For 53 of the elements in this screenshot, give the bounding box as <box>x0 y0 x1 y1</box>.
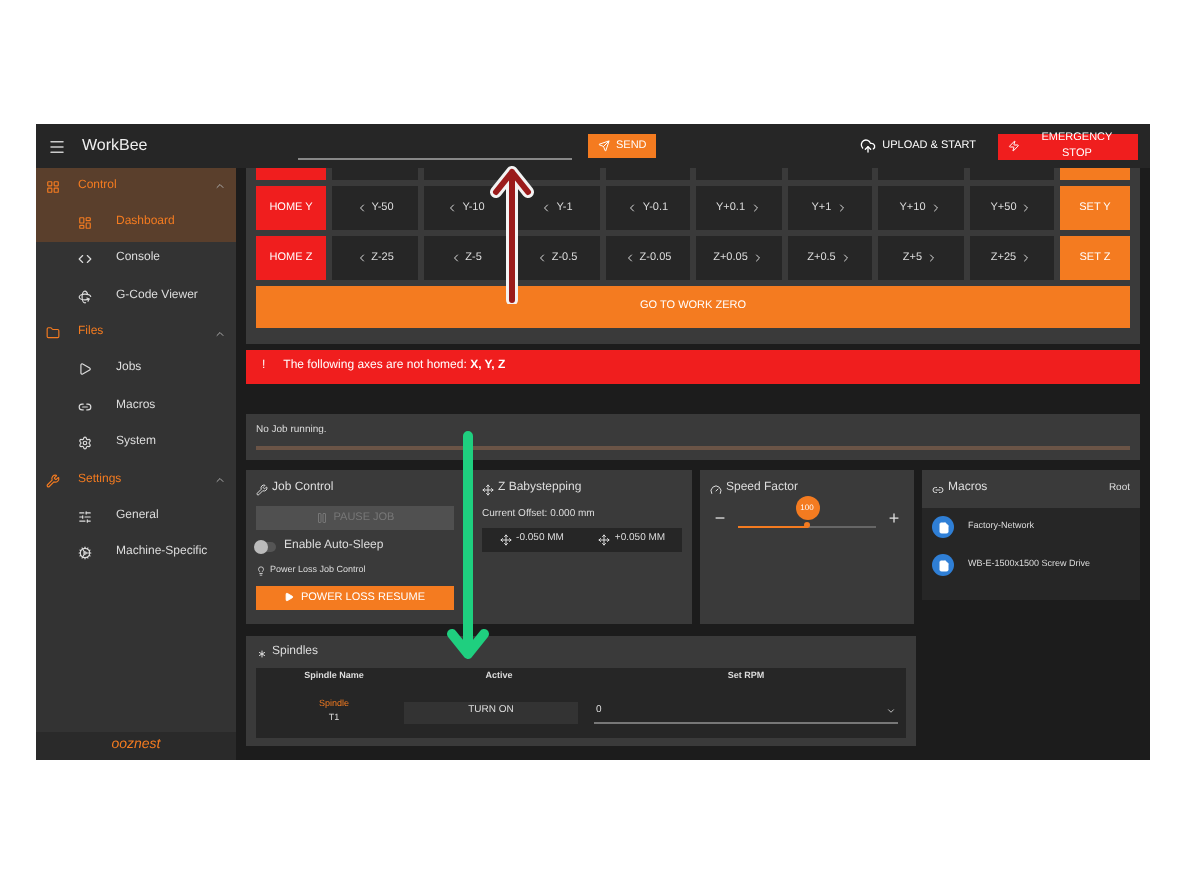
gauge-icon <box>710 483 722 495</box>
move-icon <box>500 533 513 545</box>
cloud-upload-icon <box>860 138 877 154</box>
item-icon <box>78 546 92 561</box>
chevron-left-icon <box>446 202 459 214</box>
chevron-left-icon <box>626 202 639 214</box>
file-icon <box>932 516 954 538</box>
dropdown-icon <box>886 706 896 716</box>
bulb-icon <box>256 565 266 576</box>
set-button[interactable] <box>1060 168 1130 180</box>
chevron-left-icon <box>540 202 553 214</box>
home-button[interactable] <box>256 168 326 180</box>
file-icon <box>932 554 954 576</box>
chevron-right-icon <box>839 252 852 264</box>
wrench-icon <box>256 483 268 495</box>
link-icon <box>932 483 944 495</box>
move-icon <box>482 483 494 495</box>
menu-icon[interactable] <box>48 137 66 155</box>
jog-button[interactable] <box>423 168 508 180</box>
item-icon <box>78 289 92 304</box>
group-icon <box>46 473 60 487</box>
chevron-right-icon <box>1020 202 1033 214</box>
chevron-left-icon <box>623 252 636 264</box>
play-icon <box>284 592 295 603</box>
chevron-right-icon <box>751 252 764 264</box>
item-icon <box>78 436 92 451</box>
increase-button[interactable]: + <box>884 506 904 533</box>
item-icon <box>78 362 92 377</box>
group-icon <box>46 326 60 340</box>
chevron-right-icon <box>835 202 848 214</box>
chevron-right-icon <box>749 202 762 214</box>
spindle-icon <box>256 647 268 659</box>
chevron-left-icon <box>355 202 368 214</box>
chevron-left-icon <box>535 252 548 264</box>
lightning-icon <box>1008 140 1020 152</box>
decrease-button[interactable]: − <box>710 506 730 533</box>
jog-button[interactable] <box>514 168 599 180</box>
chevron-right-icon <box>929 202 942 214</box>
group-icon <box>46 179 60 193</box>
item-icon <box>78 252 92 267</box>
move-icon <box>598 533 611 545</box>
chevron-left-icon <box>449 252 462 264</box>
annotation-arrow <box>490 166 534 304</box>
item-icon <box>78 215 92 230</box>
send-icon <box>598 140 610 152</box>
chevron-right-icon <box>1020 252 1033 264</box>
chevron-left-icon <box>355 252 368 264</box>
pause-icon <box>315 512 328 524</box>
item-icon <box>78 399 92 414</box>
app-title: WorkBee <box>82 134 150 158</box>
chevron-right-icon <box>926 252 939 264</box>
item-icon <box>78 509 92 524</box>
auto-sleep-switch[interactable] <box>256 542 276 552</box>
